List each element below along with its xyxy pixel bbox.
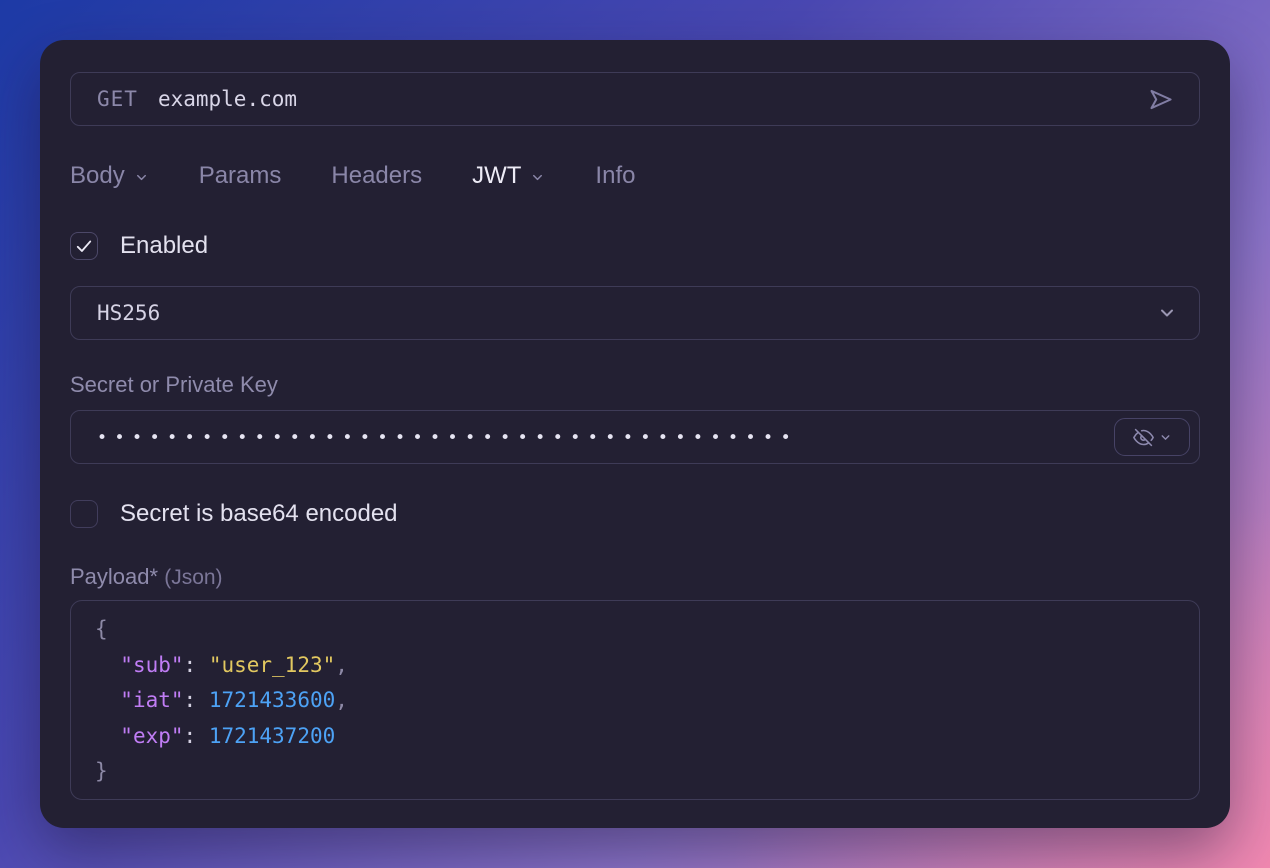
tab-headers-label: Headers [331, 162, 422, 190]
payload-code[interactable]: { "sub": "user_123", "iat": 1721433600, … [70, 600, 1200, 800]
chevron-down-icon [1159, 431, 1172, 444]
chevron-down-icon [530, 167, 545, 185]
secret-key-label: Secret or Private Key [70, 372, 1200, 398]
tab-headers[interactable]: Headers [331, 162, 422, 190]
masked-secret-value: •••••••••••••••••••••••••••••••••••••••• [97, 426, 798, 448]
tab-jwt[interactable]: JWT [472, 162, 545, 190]
payload-label-text: Payload* [70, 564, 158, 589]
http-method-label: GET [97, 87, 138, 111]
tab-info[interactable]: Info [595, 162, 635, 190]
chevron-down-icon [134, 167, 149, 185]
algorithm-value: HS256 [97, 301, 1157, 325]
request-tabs: Body Params Headers JWT Info [70, 160, 1200, 192]
jwt-enabled-row[interactable]: Enabled [70, 232, 1200, 260]
tab-body-label: Body [70, 162, 125, 190]
eye-off-icon [1133, 427, 1154, 448]
tab-jwt-label: JWT [472, 162, 521, 190]
payload-format-hint: (Json) [164, 566, 222, 589]
tab-info-label: Info [595, 162, 635, 190]
payload-label: Payload* (Json) [70, 564, 1200, 590]
jwt-enabled-label: Enabled [120, 232, 208, 260]
toggle-secret-visibility-button[interactable] [1114, 418, 1190, 456]
base64-row[interactable]: Secret is base64 encoded [70, 500, 1200, 528]
secret-key-input[interactable]: •••••••••••••••••••••••••••••••••••••••• [70, 410, 1200, 464]
tab-params[interactable]: Params [199, 162, 282, 190]
paper-plane-icon [1147, 86, 1174, 113]
tab-body[interactable]: Body [70, 162, 149, 190]
url-value: example.com [158, 87, 1123, 111]
request-panel: GET example.com Body Params Headers JWT [40, 40, 1230, 828]
url-input[interactable]: GET example.com [70, 72, 1200, 126]
base64-label: Secret is base64 encoded [120, 500, 398, 528]
send-request-button[interactable] [1143, 82, 1177, 116]
chevron-down-icon [1157, 303, 1177, 323]
tab-params-label: Params [199, 162, 282, 190]
base64-checkbox[interactable] [70, 500, 98, 528]
algorithm-select[interactable]: HS256 [70, 286, 1200, 340]
jwt-enabled-checkbox[interactable] [70, 232, 98, 260]
